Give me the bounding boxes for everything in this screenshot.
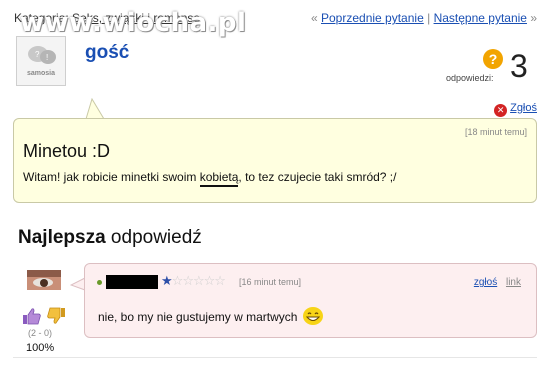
answers-label: odpowiedzi: <box>446 73 494 83</box>
next-question-link[interactable]: Następne pytanie <box>434 11 527 25</box>
nav-prev-prefix: « <box>310 11 318 25</box>
question-body-emphasis: kobietą <box>199 170 239 187</box>
online-status-icon <box>97 280 102 285</box>
star-empty-icon[interactable]: ☆ <box>214 273 226 288</box>
best-answer-heading-rest: odpowiedź <box>105 227 202 248</box>
bottom-divider <box>13 357 537 358</box>
report-question-link[interactable]: Zgłoś <box>510 102 537 114</box>
star-empty-icon[interactable]: ☆ <box>182 273 194 288</box>
answer-text: nie, bo my nie gustujemy w martwych <box>98 310 298 324</box>
best-answer-heading: Najlepsza odpowiedź <box>18 227 202 249</box>
vote-percent: 100% <box>26 342 55 354</box>
question-body: Witam! jak robicie minetki swoim kobietą… <box>23 170 397 187</box>
question-body-end: , to tez czujecie taki smród? ;/ <box>238 170 397 184</box>
avatar-iris <box>40 279 48 287</box>
vote-buttons <box>23 307 65 325</box>
vote-score: (2 - 0) <box>28 328 53 338</box>
report-answer-link[interactable]: zgłoś <box>474 277 497 288</box>
star-filled-icon[interactable]: ★ <box>161 273 173 288</box>
star-empty-icon[interactable]: ☆ <box>172 273 184 288</box>
star-empty-icon[interactable]: ☆ <box>193 273 205 288</box>
question-mark-icon: ? <box>483 49 503 69</box>
watermark-logo: www.wiocha.pl <box>20 8 247 38</box>
question-bubble-tail <box>85 98 105 120</box>
star-empty-icon[interactable]: ☆ <box>204 273 216 288</box>
close-icon: ✕ <box>494 104 508 117</box>
svg-text:?: ? <box>35 50 40 59</box>
thumbs-down-icon[interactable] <box>47 307 65 324</box>
question-author[interactable]: gość <box>85 42 129 64</box>
answerer-avatar[interactable] <box>27 270 61 290</box>
avatar-lid <box>27 270 61 277</box>
answer-permalink[interactable]: link <box>506 277 521 288</box>
answer-body: nie, bo my nie gustujemy w martwych <box>98 307 324 325</box>
top-bar: Kategoria: Seks, związki i romanse www.w… <box>0 0 559 38</box>
speech-bubbles-icon: ? ! <box>28 46 56 64</box>
nav-next-suffix: » <box>530 11 537 25</box>
report-question: ✕ Zgłoś <box>494 102 537 117</box>
avatar-brand: samosia <box>26 70 56 77</box>
author-avatar[interactable]: ? ! samosia <box>16 36 66 86</box>
question-body-start: Witam! jak robicie minetki swoim <box>23 170 200 184</box>
redacted-username <box>106 275 158 289</box>
question-navigation: « Poprzednie pytanie | Następne pytanie … <box>311 11 537 25</box>
question-title: Minetou :D <box>23 141 111 161</box>
previous-question-link[interactable]: Poprzednie pytanie <box>321 11 424 25</box>
laughing-smiley-icon <box>303 307 324 325</box>
question-time: [18 minut temu] <box>464 127 527 137</box>
answers-count: 3 <box>510 48 528 84</box>
best-answer-heading-bold: Najlepsza <box>18 227 106 248</box>
nav-separator: | <box>427 11 431 25</box>
svg-text:!: ! <box>46 53 48 62</box>
question-box: [18 minut temu] Minetou :D Witam! jak ro… <box>13 118 537 203</box>
rating-stars: ★☆☆☆☆☆ <box>161 273 226 289</box>
answer-actions: zgłoś link <box>468 277 521 288</box>
best-answer-box: ★☆☆☆☆☆ [16 minut temu] zgłoś link nie, b… <box>84 263 537 338</box>
thumbs-up-icon[interactable] <box>23 308 41 325</box>
answer-time: [16 minut temu] <box>239 277 302 287</box>
